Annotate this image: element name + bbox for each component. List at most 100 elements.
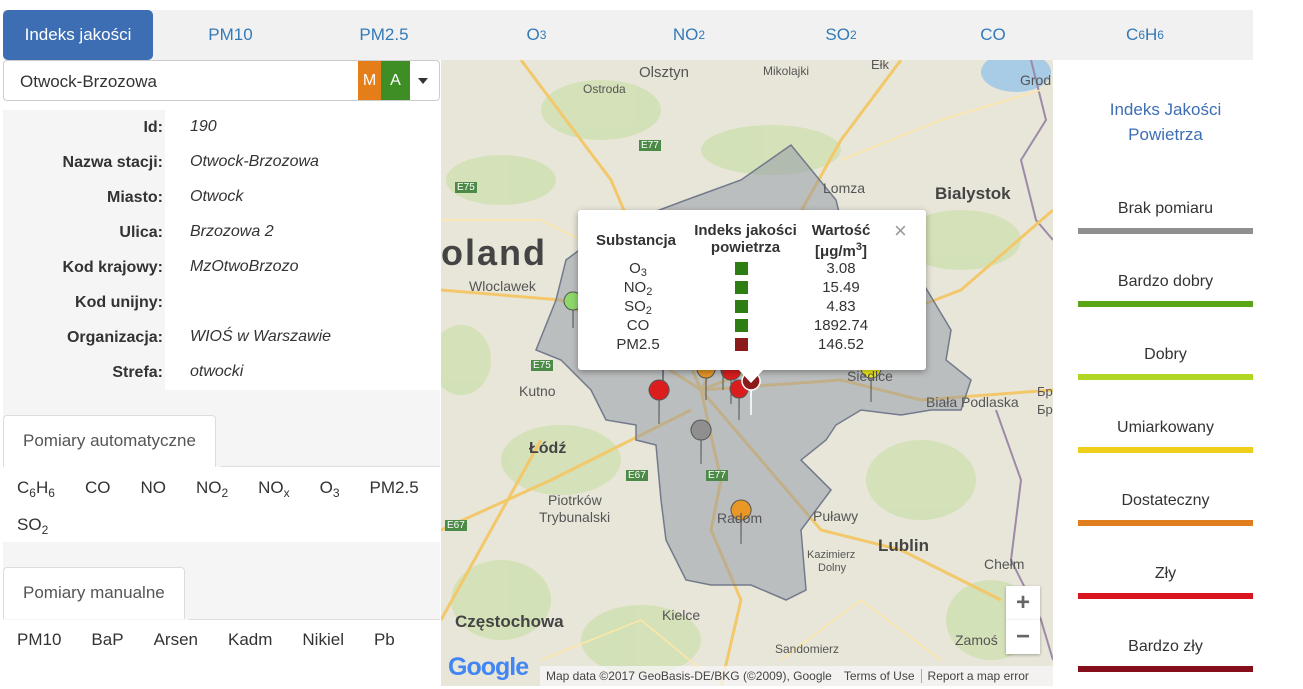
popup-substance: NO2 <box>598 279 678 298</box>
station-popup: Substancja Indeks jakości powietrza Warto… <box>578 210 926 383</box>
info-value: MzOtwoBrzozo <box>165 250 440 285</box>
info-value: 190 <box>165 110 440 145</box>
header-line: powietrza <box>710 239 781 256</box>
map-label: Lublin <box>878 536 929 555</box>
measurement-no2[interactable]: NO2 <box>196 478 228 500</box>
legend-item: Bardzo dobry <box>1078 273 1253 307</box>
zoom-in-button[interactable]: + <box>1006 586 1040 620</box>
popup-header-substance: Substancja <box>596 232 677 249</box>
measurement-pm10[interactable]: PM10 <box>17 630 61 650</box>
legend-swatch <box>1078 301 1253 307</box>
measurement-bap[interactable]: BaP <box>91 630 123 650</box>
tab-o3[interactable]: O3 <box>460 10 613 60</box>
auto-measurement-list: C6H6 CO NO NO2 NOx O3 PM2.5 <box>17 478 449 500</box>
header-line: Wartość <box>811 222 871 239</box>
legend-swatch <box>1078 520 1253 526</box>
map-label: Ostroda <box>583 82 626 96</box>
legend-label: Dobry <box>1144 346 1187 363</box>
map-label: Olsztyn <box>639 64 690 81</box>
measurement-pb[interactable]: Pb <box>374 630 395 650</box>
tab-no2[interactable]: NO 2 <box>613 10 765 60</box>
substance-base: PM2.5 <box>616 336 660 353</box>
popup-value: 146.52 <box>818 336 864 353</box>
tab-pm10[interactable]: PM10 <box>153 10 308 60</box>
zoom-out-button[interactable]: − <box>1006 620 1040 654</box>
header-line: Indeks jakości <box>694 222 797 239</box>
legend-item: Umiarkowany <box>1078 419 1253 453</box>
map-label: Lomza <box>823 180 866 196</box>
info-value: otwocki <box>165 355 440 390</box>
info-row-zone: Strefa: otwocki <box>3 355 440 390</box>
measurement-nox[interactable]: NOx <box>258 478 290 500</box>
measurement-no[interactable]: NO <box>140 478 166 498</box>
legend-item: Bardzo zły <box>1078 638 1253 672</box>
tab-label: O <box>526 25 540 44</box>
tab-pm25[interactable]: PM2.5 <box>308 10 460 60</box>
legend-item: Zły <box>1078 565 1253 599</box>
legend-label: Zły <box>1154 565 1177 582</box>
tab-manual-measurements[interactable]: Pomiary manualne <box>3 567 185 619</box>
measurement-co[interactable]: CO <box>85 478 111 498</box>
header-line: [μg/m <box>815 243 856 260</box>
legend-title: Indeks Jakości Powietrza <box>1078 97 1253 147</box>
divider <box>189 619 440 620</box>
measurement-nikiel[interactable]: Nikiel <box>302 630 344 650</box>
map-label: Zamoś <box>955 632 998 648</box>
tab-co[interactable]: CO <box>917 10 1069 60</box>
close-icon[interactable]: × <box>894 218 907 244</box>
report-link[interactable]: Report a map error <box>920 669 1035 683</box>
map-label: Бр <box>1037 402 1053 417</box>
map-label: Dolny <box>818 562 847 574</box>
map-label: Kazimierz <box>807 549 856 561</box>
map-label: oland <box>441 232 547 273</box>
info-key: Nazwa stacji: <box>62 154 163 171</box>
station-select[interactable]: Otwock-Brzozowa M A <box>3 60 440 101</box>
popup-pointer <box>738 369 764 383</box>
map-attribution: Map data ©2017 GeoBasis-DE/BKG (©2009), … <box>540 666 1053 686</box>
legend-swatch <box>1078 447 1253 453</box>
substance-base: SO <box>624 298 646 315</box>
measurement-pm25[interactable]: PM2.5 <box>370 478 419 498</box>
tab-label: Indeks jakości <box>24 25 132 44</box>
tab-subscript: 6 <box>1138 28 1145 42</box>
info-key: Miasto: <box>107 189 163 206</box>
road-shield: E77 <box>706 470 728 481</box>
tab-c6h6[interactable]: C6H6 <box>1069 10 1221 60</box>
tab-so2[interactable]: SO 2 <box>765 10 917 60</box>
popup-substance: PM2.5 <box>598 336 678 353</box>
measurement-so2[interactable]: SO2 <box>17 515 48 537</box>
measurement-kadm[interactable]: Kadm <box>228 630 272 650</box>
road-shield: E77 <box>639 140 661 151</box>
substance-base: O <box>629 260 641 277</box>
legend-swatch <box>1078 593 1253 599</box>
index-square <box>735 281 748 294</box>
map-label: Puławy <box>813 508 859 524</box>
info-key: Kod krajowy: <box>62 259 163 276</box>
legend-swatch <box>1078 228 1253 234</box>
auto-measurement-list-2: SO2 <box>17 515 78 537</box>
legend-item: Dobry <box>1078 346 1253 380</box>
tab-subscript: 6 <box>1157 28 1164 42</box>
chevron-down-icon[interactable] <box>418 78 428 84</box>
substance-base: CO <box>626 317 650 334</box>
legend-swatch <box>1078 666 1253 672</box>
substance-sub: 3 <box>640 267 647 279</box>
tab-automatic-measurements[interactable]: Pomiary automatyczne <box>3 415 216 467</box>
measurement-o3[interactable]: O3 <box>320 478 340 500</box>
popup-substance: O3 <box>598 260 678 279</box>
popup-substance: CO <box>598 317 678 334</box>
tab-air-quality-index[interactable]: Indeks jakości <box>3 10 153 60</box>
terms-link[interactable]: Terms of Use <box>838 669 921 683</box>
popup-value: 4.83 <box>826 298 856 315</box>
measurement-arsen[interactable]: Arsen <box>154 630 198 650</box>
map-label: Бр <box>1037 384 1053 399</box>
map-label: Łódź <box>529 440 567 457</box>
measurement-c6h6[interactable]: C6H6 <box>17 478 55 500</box>
info-row-street: Ulica: Brzozowa 2 <box>3 215 440 250</box>
legend-label: Dostateczny <box>1121 492 1210 509</box>
info-key: Strefa: <box>112 364 163 381</box>
tab-label: C <box>1126 25 1139 44</box>
road-shield: E67 <box>445 520 467 531</box>
tab-label: H <box>1145 25 1158 44</box>
index-square <box>735 262 748 275</box>
